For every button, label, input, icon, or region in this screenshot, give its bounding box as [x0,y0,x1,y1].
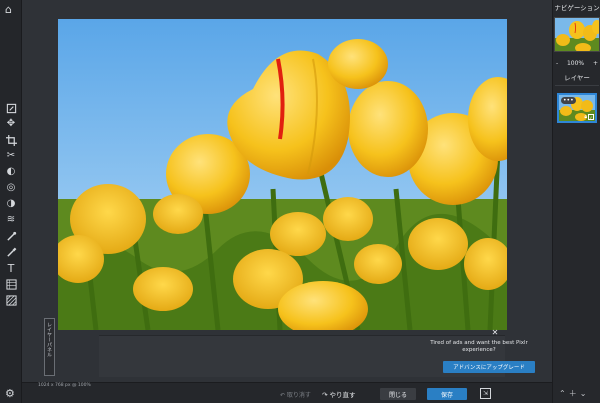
pattern-tool-icon[interactable] [4,293,18,307]
brush-tool-icon[interactable] [4,245,18,259]
settings-gear-icon[interactable]: ⚙ [5,387,15,400]
layer-visibility-checkbox[interactable]: ✓ [588,114,594,120]
export-icon[interactable]: ⇲ [480,388,491,399]
ad-close-icon[interactable]: ✕ [490,328,500,338]
cut-tool-icon[interactable]: ✂ [4,149,18,163]
redo-button[interactable]: ↷ やり直す [322,389,356,399]
image-size-info: 1024 x 768 px @ 100% [38,383,91,388]
gradient-tool-icon[interactable] [4,277,18,291]
layer-options-icon[interactable]: ••• [561,97,576,104]
navigation-title: ナビゲーション [554,4,600,12]
layers-panel-tab[interactable]: レイヤーパネル [44,318,55,376]
liquify-tool-icon[interactable]: ≋ [4,213,18,227]
upgrade-button[interactable]: アドバンスにアップグレード [443,361,535,373]
right-panel: ナビゲーション - 100% + レイヤー ••• 🔒︎ ✓ ⌃＋⌄ [552,0,600,403]
home-icon[interactable]: ⌂ [5,3,12,16]
zoom-controls: - 100% + [553,58,600,68]
frame-tool-icon[interactable] [4,101,18,115]
effect-tool-icon[interactable]: ◑ [4,197,18,211]
close-button[interactable]: 閉じる [380,388,416,400]
zoom-level: 100% [566,59,585,67]
move-tool-icon[interactable]: ✥ [4,117,18,131]
layer-controls[interactable]: ⌃＋⌄ [559,388,589,399]
layers-title: レイヤー [564,74,590,82]
healing-tool-icon[interactable] [4,229,18,243]
divider [555,85,599,86]
zoom-out-button[interactable]: - [556,60,558,67]
filter-tool-icon[interactable]: ◎ [4,181,18,195]
lock-icon[interactable]: 🔒︎ [584,114,587,120]
adjust-tool-icon[interactable]: ◐ [4,165,18,179]
zoom-in-button[interactable]: + [593,60,598,67]
save-button[interactable]: 保存 [427,388,467,400]
crop-tool-icon[interactable] [4,133,18,147]
layer-thumbnail[interactable]: ••• 🔒︎ ✓ [557,93,597,123]
ad-banner: Tired of ads and want the best Pixlr exp… [99,335,535,377]
text-tool-icon[interactable]: T [4,261,18,275]
ad-message: Tired of ads and want the best Pixlr exp… [430,340,528,353]
canvas-image[interactable] [58,19,507,330]
canvas-workspace: レイヤーパネル Tired of ads and want the best P… [22,0,552,382]
undo-button[interactable]: ↶ 取り消す [280,390,311,399]
layers-panel-tab-label: レイヤーパネル [46,322,52,357]
navigation-thumbnail[interactable] [554,17,600,52]
bottom-bar: 1024 x 768 px @ 100% ↶ 取り消す ↷ やり直す 閉じる 保… [22,382,552,403]
tool-bar: ⌂ ✥ ✂ ◐ ◎ ◑ ≋ T ⚙ [0,0,22,403]
